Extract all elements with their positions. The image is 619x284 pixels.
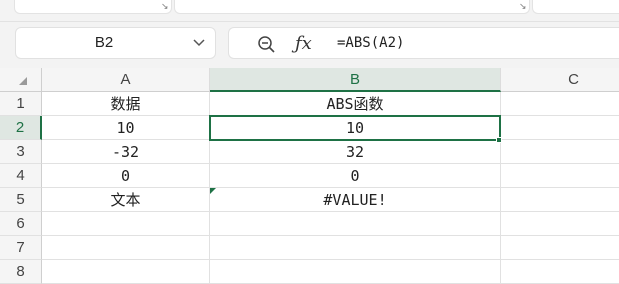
cell-a5[interactable]: 文本 [42, 188, 210, 212]
row-header-8[interactable]: 8 [0, 260, 42, 284]
cell-a6[interactable] [42, 212, 210, 236]
cell-c8[interactable] [501, 260, 619, 284]
select-all-icon [19, 77, 27, 85]
name-box-value[interactable]: B2 [16, 28, 192, 58]
row-header-6[interactable]: 6 [0, 212, 42, 236]
formula-bar-area: B2 ƒx =ABS(A2) [0, 22, 619, 68]
cell-b1[interactable]: ABS函数 [210, 92, 501, 116]
ribbon-group-3 [532, 0, 619, 14]
cell-a4[interactable]: 0 [42, 164, 210, 188]
ribbon-group-2: ↘ [174, 0, 530, 14]
column-header-b[interactable]: B [210, 68, 501, 92]
active-cell-outline [209, 115, 501, 141]
row-header-2[interactable]: 2 [0, 116, 42, 140]
cell-a1[interactable]: 数据 [42, 92, 210, 116]
row-header-5[interactable]: 5 [0, 188, 42, 212]
ribbon-strip: ↘ ↘ [0, 0, 619, 22]
column-header-a[interactable]: A [42, 68, 210, 92]
cell-b4[interactable]: 0 [210, 164, 501, 188]
row-header-4[interactable]: 4 [0, 164, 42, 188]
cell-a2[interactable]: 10 [42, 116, 210, 140]
fill-handle[interactable] [496, 137, 502, 143]
cell-c7[interactable] [501, 236, 619, 260]
zoom-icon[interactable] [257, 35, 277, 53]
cell-b8[interactable] [210, 260, 501, 284]
cell-b5[interactable]: #VALUE! [210, 188, 501, 212]
formula-text[interactable]: =ABS(A2) [337, 28, 404, 58]
sheet-grid: A B C 1 数据 ABS函数 2 10 10 3 -32 32 4 0 0 … [0, 68, 619, 284]
cell-b7[interactable] [210, 236, 501, 260]
formula-input[interactable]: ƒx =ABS(A2) [228, 27, 619, 59]
name-box[interactable]: B2 [15, 27, 216, 59]
ribbon-group-1: ↘ [14, 0, 172, 14]
select-all-corner[interactable] [0, 68, 42, 92]
row-header-1[interactable]: 1 [0, 92, 42, 116]
row-header-3[interactable]: 3 [0, 140, 42, 164]
launcher-icon[interactable]: ↘ [161, 2, 169, 11]
cell-b6[interactable] [210, 212, 501, 236]
cell-a3[interactable]: -32 [42, 140, 210, 164]
cell-c4[interactable] [501, 164, 619, 188]
cell-a7[interactable] [42, 236, 210, 260]
cell-c2[interactable] [501, 116, 619, 140]
cell-c6[interactable] [501, 212, 619, 236]
cell-c1[interactable] [501, 92, 619, 116]
cell-c3[interactable] [501, 140, 619, 164]
column-header-c[interactable]: C [501, 68, 619, 92]
error-indicator-icon[interactable] [210, 188, 216, 194]
cell-b3[interactable]: 32 [210, 140, 501, 164]
row-header-7[interactable]: 7 [0, 236, 42, 260]
cell-a8[interactable] [42, 260, 210, 284]
fx-icon[interactable]: ƒx [295, 32, 317, 56]
cell-c5[interactable] [501, 188, 619, 212]
launcher-icon[interactable]: ↘ [519, 2, 527, 11]
chevron-down-icon[interactable] [193, 38, 205, 48]
